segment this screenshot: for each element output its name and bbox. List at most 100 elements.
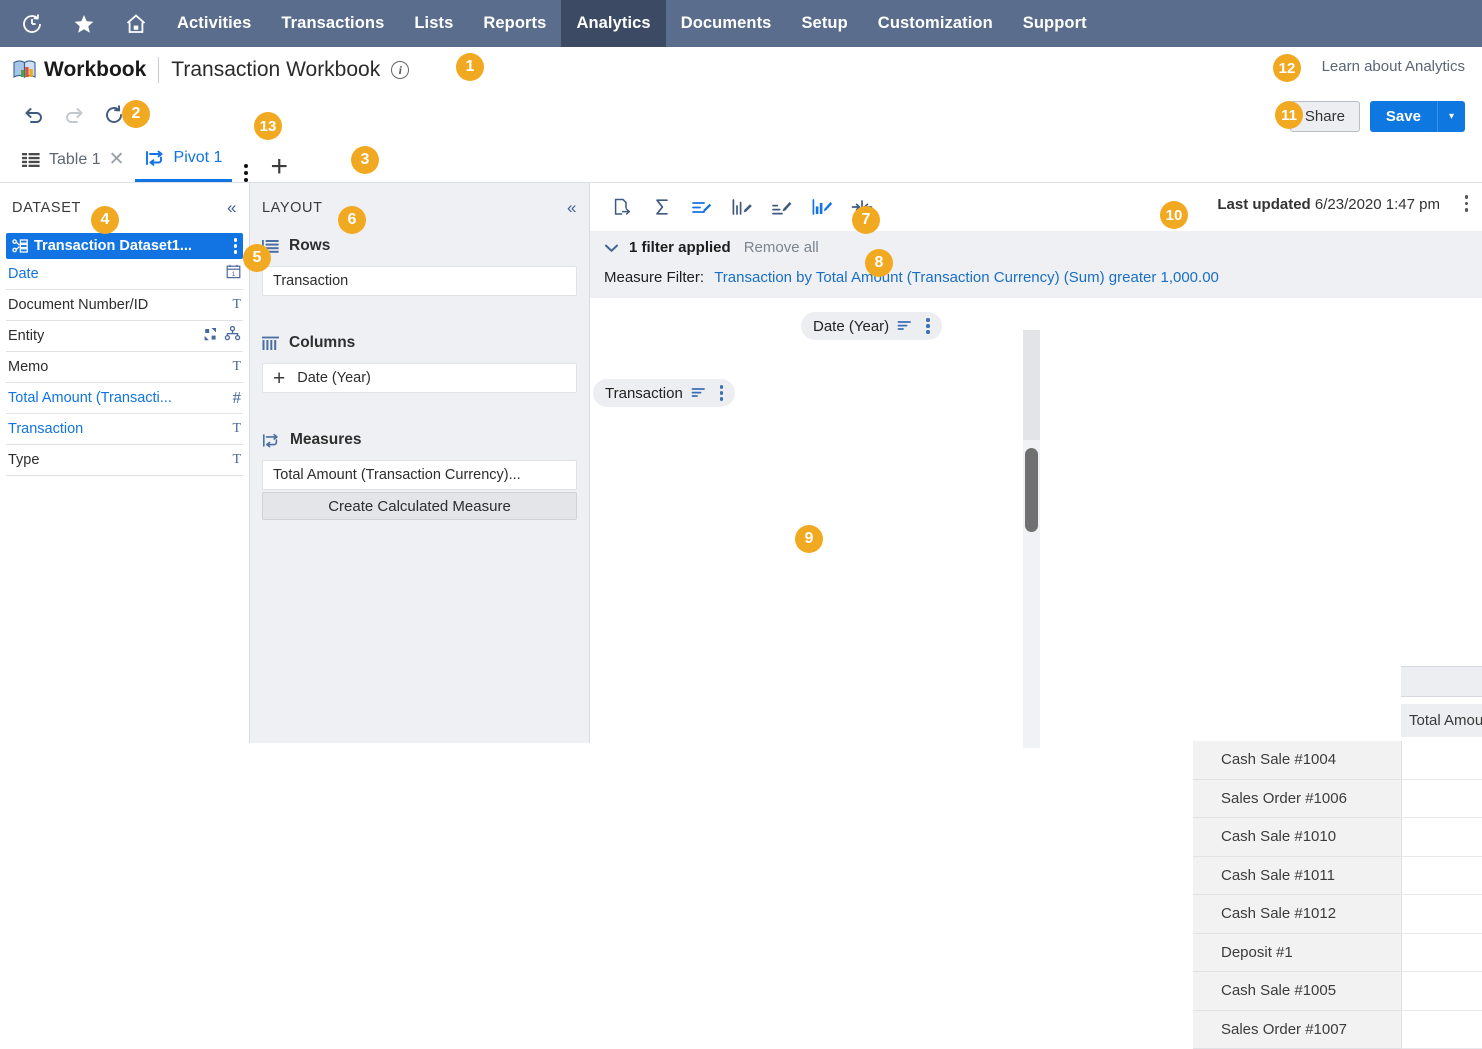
nav-item-transactions[interactable]: Transactions: [266, 0, 399, 47]
column-header-pill-date-year[interactable]: Date (Year): [801, 312, 942, 340]
table-cell-value[interactable]: $1,183.23: [1401, 818, 1482, 857]
field-label: Total Amount (Transacti...: [8, 390, 227, 406]
dataset-field-memo[interactable]: Memo T: [6, 352, 243, 383]
sort-icon[interactable]: [897, 318, 913, 335]
callout-badge-12: 12: [1273, 54, 1301, 82]
worksheet-tabs: Table 1 ✕ Pivot 1 +: [0, 137, 1482, 183]
row-header-pill-transaction[interactable]: Transaction: [593, 379, 735, 407]
table-row[interactable]: Cash Sale #1010: [1193, 818, 1401, 857]
table-cell-value[interactable]: $1,905.21: [1401, 934, 1482, 973]
dataset-field-total-amount[interactable]: Total Amount (Transacti... #: [6, 383, 243, 414]
dataset-field-type[interactable]: Type T: [6, 445, 243, 476]
new-page-icon[interactable]: [602, 190, 642, 224]
dataset-field-entity[interactable]: Entity: [6, 321, 243, 352]
field-label: Transaction: [8, 421, 226, 437]
save-dropdown-caret-icon[interactable]: ▾: [1437, 101, 1465, 132]
field-label: Document Number/ID: [8, 297, 226, 313]
workbook-label: Workbook: [44, 58, 146, 82]
table-cell-value[interactable]: $1,930.73: [1401, 1011, 1482, 1049]
pivot-options-menu-icon[interactable]: [1465, 195, 1469, 212]
home-icon[interactable]: [110, 0, 162, 47]
pivot-tab-menu-icon[interactable]: [244, 164, 248, 182]
add-tab-button[interactable]: +: [270, 152, 288, 182]
workbook-body: DATASET « Transaction Dataset1... Date: [0, 183, 1482, 743]
filter-detail-text[interactable]: Transaction by Total Amount (Transaction…: [714, 269, 1219, 286]
nav-item-lists[interactable]: Lists: [399, 0, 468, 47]
row-header-label: Transaction: [605, 385, 683, 402]
undo-icon[interactable]: [14, 100, 54, 130]
row-header-menu-icon[interactable]: [720, 385, 724, 401]
nav-item-setup[interactable]: Setup: [786, 0, 862, 47]
table-cell-value[interactable]: $1,009.53: [1401, 780, 1482, 819]
save-button[interactable]: Save: [1370, 101, 1437, 132]
chevron-down-icon[interactable]: [604, 240, 619, 256]
expand-field-icon[interactable]: [197, 327, 218, 346]
dataset-field-date[interactable]: Date 1: [6, 259, 243, 290]
collapse-layout-icon[interactable]: «: [567, 198, 577, 218]
favorites-star-icon[interactable]: [58, 0, 110, 47]
workbook-title: Transaction Workbook: [171, 58, 380, 82]
chart-pin-icon[interactable]: [802, 190, 842, 224]
dataset-field-document-number-id[interactable]: Document Number/ID T: [6, 290, 243, 321]
field-label: Date: [8, 266, 220, 282]
nav-item-activities[interactable]: Activities: [162, 0, 266, 47]
callout-badge-3: 3: [351, 146, 379, 174]
workbook-header: Workbook Transaction Workbook i: [0, 47, 1482, 93]
recent-history-icon[interactable]: [6, 0, 58, 47]
layout-rows-section: Rows Transaction: [250, 237, 589, 296]
table-row[interactable]: Deposit #1: [1193, 934, 1401, 973]
edit-format-icon[interactable]: [682, 190, 722, 224]
info-icon[interactable]: i: [391, 61, 409, 79]
rows-heading: Rows: [262, 237, 577, 255]
workbook-actions: Share Save ▾: [1290, 101, 1465, 132]
table-row[interactable]: Cash Sale #1004: [1193, 741, 1401, 780]
collapse-dataset-icon[interactable]: «: [227, 198, 237, 218]
nav-item-documents[interactable]: Documents: [666, 0, 787, 47]
plus-icon[interactable]: +: [273, 368, 285, 389]
tab-table-1[interactable]: Table 1 ✕: [12, 137, 135, 182]
table-cell-value[interactable]: $1,009.53: [1401, 741, 1482, 780]
tab-pivot-1[interactable]: Pivot 1: [135, 137, 233, 182]
table-row[interactable]: Sales Order #1007: [1193, 1011, 1401, 1049]
nav-item-reports[interactable]: Reports: [468, 0, 561, 47]
table-row[interactable]: Cash Sale #1012: [1193, 895, 1401, 934]
callout-badge-4: 4: [91, 206, 119, 234]
measures-chip-total-amount[interactable]: Total Amount (Transaction Currency)...: [262, 460, 577, 490]
filter-summary-row: 1 filter applied Remove all: [590, 239, 1482, 256]
sigma-totals-icon[interactable]: [642, 190, 682, 224]
trend-edit-icon[interactable]: [762, 190, 802, 224]
table-row[interactable]: Sales Order #1006: [1193, 780, 1401, 819]
table-row[interactable]: Cash Sale #1005: [1193, 972, 1401, 1011]
close-icon[interactable]: ✕: [109, 148, 125, 171]
sort-icon[interactable]: [691, 385, 707, 402]
chart-edit-icon[interactable]: [722, 190, 762, 224]
rows-chip-transaction[interactable]: Transaction: [262, 266, 577, 296]
dataset-menu-icon[interactable]: [226, 238, 238, 254]
callout-badge-1: 1: [456, 53, 484, 81]
table-cell-value[interactable]: $1,493.85: [1401, 895, 1482, 934]
rows-label: Rows: [289, 237, 330, 255]
nav-item-customization[interactable]: Customization: [863, 0, 1008, 47]
table-cell-value[interactable]: $1,344.30: [1401, 857, 1482, 896]
filter-applied-label: 1 filter applied: [629, 239, 731, 256]
pivot-vertical-scrollbar-thumb[interactable]: [1025, 448, 1038, 532]
dataset-panel: DATASET « Transaction Dataset1... Date: [0, 183, 250, 743]
columns-chip-date-year[interactable]: + Date (Year): [262, 363, 577, 393]
redo-icon: [54, 100, 94, 130]
measures-icon: [262, 433, 280, 448]
remove-all-filters-link[interactable]: Remove all: [744, 239, 819, 256]
learn-about-analytics-link[interactable]: Learn about Analytics: [1322, 58, 1465, 75]
create-calculated-measure-button[interactable]: Create Calculated Measure: [262, 492, 577, 520]
table-row[interactable]: Cash Sale #1011: [1193, 857, 1401, 896]
table-cell-value[interactable]: $1,930.73: [1401, 972, 1482, 1011]
chip-label: Transaction: [273, 273, 348, 289]
column-group-header-2002: 2002: [1401, 666, 1482, 697]
layout-columns-section: Columns + Date (Year): [250, 334, 589, 393]
nav-item-support[interactable]: Support: [1008, 0, 1102, 47]
column-header-menu-icon[interactable]: [926, 318, 930, 334]
dataset-panel-header: DATASET «: [0, 183, 249, 233]
dataset-field-transaction[interactable]: Transaction T: [6, 414, 243, 445]
dataset-source-chip[interactable]: Transaction Dataset1...: [6, 233, 243, 259]
last-updated-value: 6/23/2020 1:47 pm: [1315, 196, 1440, 213]
nav-item-analytics[interactable]: Analytics: [561, 0, 665, 47]
